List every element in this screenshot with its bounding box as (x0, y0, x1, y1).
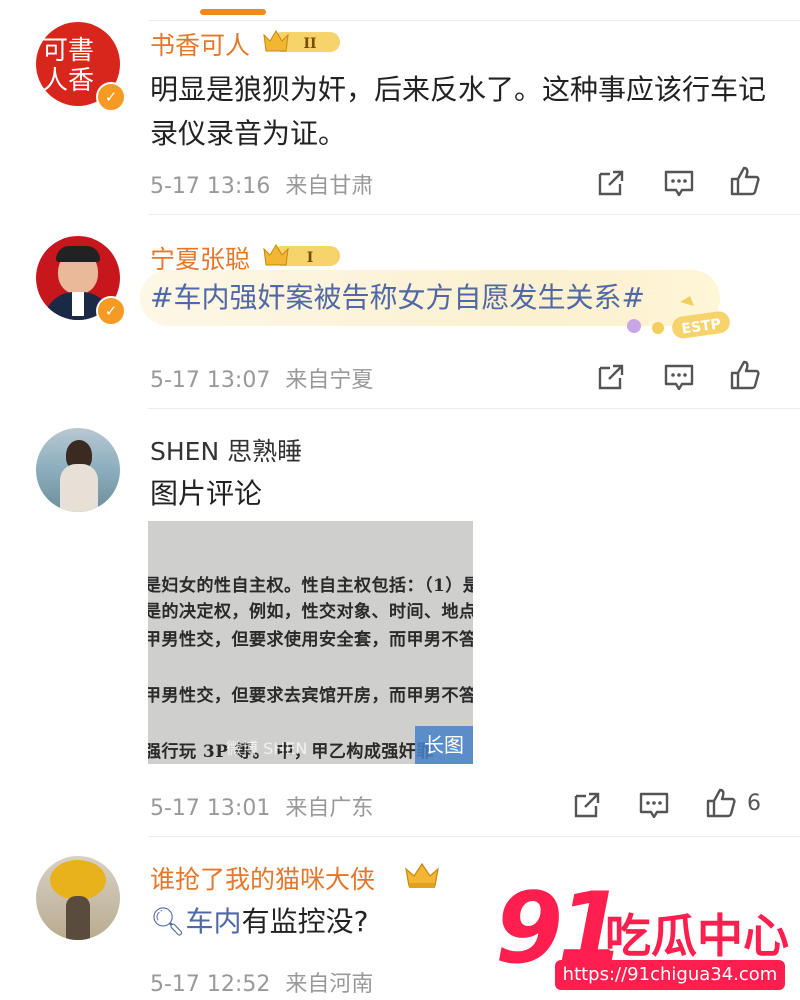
comment-time: 5-17 13:07 (150, 368, 271, 393)
comment-icon[interactable] (637, 788, 671, 822)
like-icon[interactable] (728, 358, 762, 392)
comment-text: 明显是狼狈为奸，后来反水了。这种事应该行车记录仪录音为证。 (150, 73, 767, 150)
divider (148, 836, 800, 837)
vip-crown-icon: II (263, 30, 340, 52)
comment-meta: 5-17 13:07 来自宁夏 (150, 362, 373, 394)
like-icon[interactable] (704, 786, 738, 820)
divider (148, 214, 800, 215)
comment-location: 来自宁夏 (285, 368, 374, 393)
search-icon: 🔍︎ (150, 905, 186, 938)
share-icon[interactable] (570, 788, 604, 822)
comment-location: 来自广东 (285, 796, 374, 821)
comment-text-rest: 有监控没? (241, 905, 369, 938)
comment-text: 图片评论 (150, 477, 263, 510)
share-icon[interactable] (594, 166, 628, 200)
like-icon[interactable] (728, 164, 762, 198)
comment-icon[interactable] (662, 360, 696, 394)
like-count: 6 (747, 791, 761, 816)
logo-url: https://91chigua34.com (555, 960, 785, 990)
sticker-icon: ESTP (627, 296, 730, 339)
vip-crown-icon: I (263, 244, 340, 266)
avatar[interactable] (36, 428, 120, 512)
divider (148, 408, 800, 409)
site-watermark-logo: 91 吃瓜中心 https://91chigua34.com (495, 872, 795, 996)
tab-indicator (200, 9, 266, 15)
comment-meta: 5-17 12:52 来自河南 (150, 966, 373, 998)
comment-image[interactable]: 是妇女的性自主权。性自主权包括：（1）是 是的决定权，例如，性交对象、时间、地点… (148, 521, 473, 764)
avatar-text: 人香 (42, 66, 95, 96)
top-tab-bar (0, 0, 800, 22)
long-image-badge: 长图 (415, 726, 473, 764)
username[interactable]: SHEN 思熟睡 (150, 432, 302, 468)
verified-icon: ✓ (96, 296, 126, 326)
logo-name: 吃瓜中心 (605, 909, 789, 963)
share-icon[interactable] (594, 360, 628, 394)
comment-time: 5-17 13:01 (150, 796, 271, 821)
comment-meta: 5-17 13:01 来自广东 (150, 790, 373, 822)
divider (148, 20, 800, 21)
search-keyword-link[interactable]: 车内 (186, 905, 242, 938)
image-text-line: 是的决定权，例如，性交对象、时间、地点等 (148, 602, 473, 622)
verified-icon: ✓ (96, 82, 126, 112)
level-badge: I (307, 250, 314, 266)
image-text-line: 甲男性交，但要求使用安全套，而甲男不答 (148, 630, 473, 650)
image-text-line: 甲男性交，但要求去宾馆开房，而甲男不答 (148, 686, 473, 706)
image-text-line: 是妇女的性自主权。性自主权包括：（1）是 (148, 576, 473, 596)
comment-location: 来自河南 (285, 972, 374, 997)
comment-meta: 5-17 13:16 来自甘肃 (150, 168, 373, 200)
comment-time: 5-17 12:52 (150, 972, 271, 997)
username[interactable]: 书香可人 (150, 26, 250, 62)
comment-icon[interactable] (662, 166, 696, 200)
username[interactable]: 谁抢了我的猫咪大侠 (150, 860, 375, 896)
comment-time: 5-17 13:16 (150, 174, 271, 199)
avatar[interactable] (36, 856, 120, 940)
level-badge: II (303, 36, 316, 52)
vip-crown-icon (405, 862, 439, 888)
image-watermark: 微博 SHEN (226, 739, 308, 758)
avatar-text: 可書 (42, 36, 95, 66)
comment-location: 来自甘肃 (285, 174, 374, 199)
